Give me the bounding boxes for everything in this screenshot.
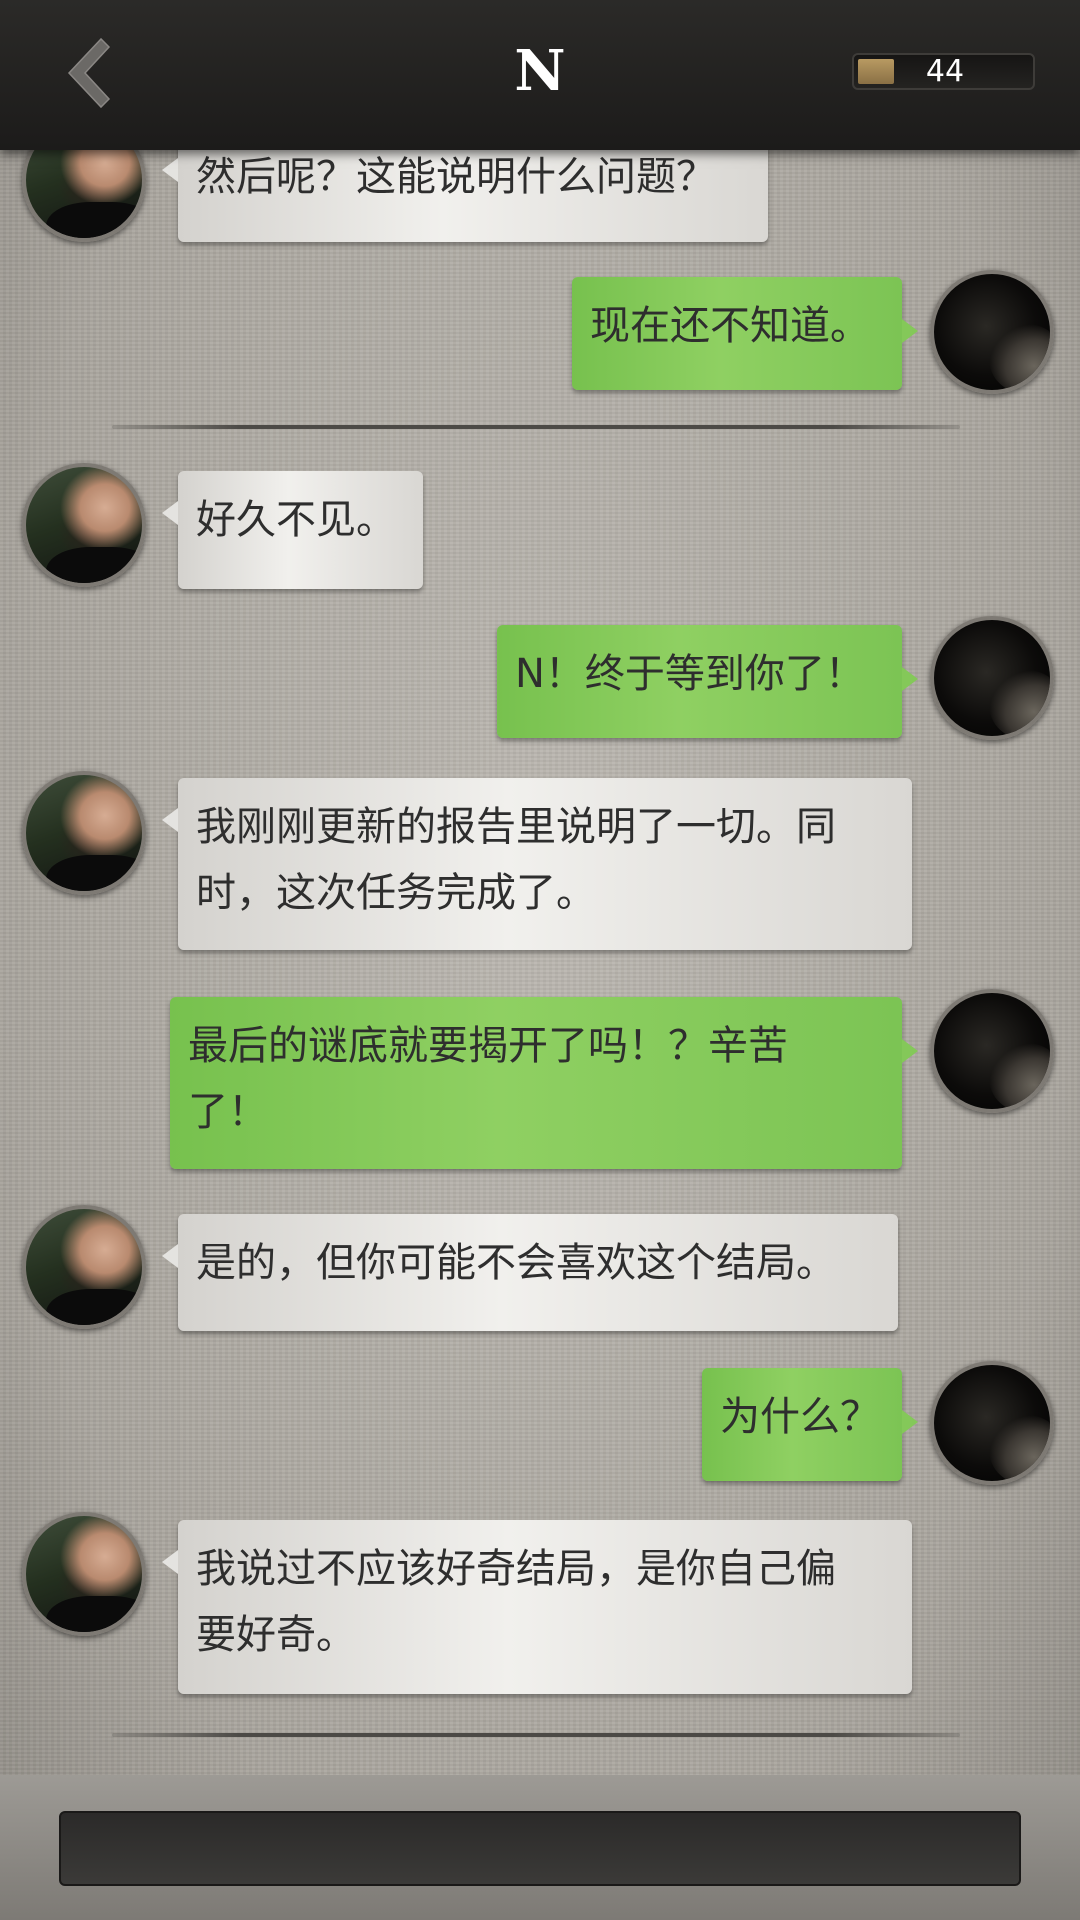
message-text-line: 好久不见。 [196,497,396,543]
message-bubble-player: 为什么？ [702,1368,918,1481]
message-bubble-player: N！终于等到你了！ [497,625,918,738]
message-text-line: 了！ [188,1089,268,1135]
message-text-line: 是的，但你可能不会喜欢这个结局。 [196,1240,836,1286]
npc-avatar[interactable] [22,463,146,587]
section-divider [112,1733,960,1737]
section-divider [112,425,960,429]
message-text-line: 我说过不应该好奇结局，是你自己偏 [196,1546,836,1592]
player-avatar[interactable] [930,1361,1054,1485]
reply-input[interactable] [59,1811,1021,1886]
message-list[interactable]: 然后呢？这能说明什么问题？ 现在还不知道。 好久不见。 N！终于等到你了！ 我刚… [0,0,1080,1920]
coin-count: 44 [925,54,965,89]
npc-avatar[interactable] [22,771,146,895]
message-bubble-npc: 我说过不应该好奇结局，是你自己偏 要好奇。 [162,1520,912,1694]
message-bubble-npc: 好久不见。 [162,471,423,589]
message-text-line: 现在还不知道。 [590,303,870,349]
message-text-line: 然后呢？这能说明什么问题？ [196,154,716,200]
message-text-line: 为什么？ [720,1394,880,1440]
message-text-line: 最后的谜底就要揭开了吗！？辛苦 [188,1023,788,1069]
player-avatar[interactable] [930,270,1054,394]
message-text-line: 我刚刚更新的报告里说明了一切。同 [196,804,836,850]
message-text-line: 要好奇。 [196,1612,356,1658]
message-bubble-player: 现在还不知道。 [572,277,918,390]
coin-icon [858,59,894,84]
message-bubble-player: 最后的谜底就要揭开了吗！？辛苦 了！ [170,997,918,1169]
message-bubble-npc: 是的，但你可能不会喜欢这个结局。 [162,1214,898,1331]
coin-counter[interactable]: 44 [852,53,1035,90]
npc-avatar[interactable] [22,1512,146,1636]
player-avatar[interactable] [930,989,1054,1113]
message-text-line: N！终于等到你了！ [515,651,865,697]
reply-bar [0,1775,1080,1920]
player-avatar[interactable] [930,616,1054,740]
npc-avatar[interactable] [22,1205,146,1329]
message-bubble-npc: 我刚刚更新的报告里说明了一切。同 时，这次任务完成了。 [162,778,912,950]
message-text-line: 时，这次任务完成了。 [196,870,596,916]
top-bar: N 44 [0,0,1080,150]
